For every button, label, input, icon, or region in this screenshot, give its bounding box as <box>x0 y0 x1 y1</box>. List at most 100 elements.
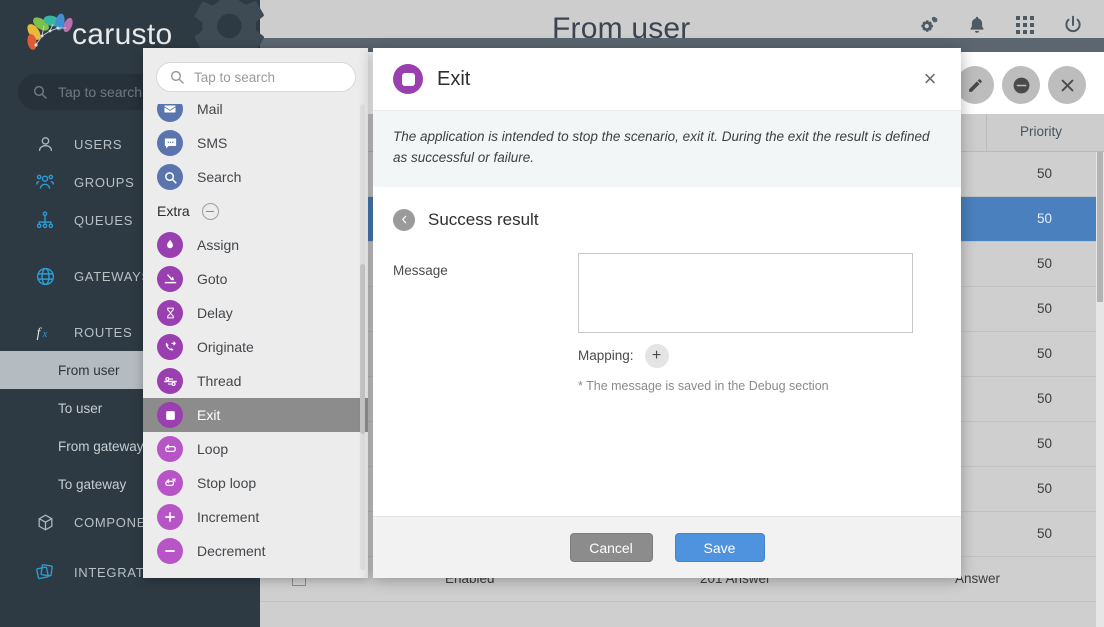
minus-icon <box>157 538 183 564</box>
sidebar-item-label: GATEWAYS <box>74 268 151 284</box>
message-label: Message <box>393 262 448 278</box>
panel-item-label: SMS <box>197 135 228 151</box>
carusto-logo-icon <box>22 12 74 58</box>
panel-item-increment[interactable]: Increment <box>143 500 368 534</box>
panel-item-loop[interactable]: Loop <box>143 432 368 466</box>
panel-item-search[interactable]: Search <box>143 160 368 194</box>
panel-item-label: Exit <box>197 407 221 423</box>
section-title: Success result <box>428 209 539 229</box>
actions-panel: Mail SMS Search Extra Assign Goto <box>143 48 368 578</box>
sidebar-item-label: ROUTES <box>74 324 133 340</box>
panel-scrollbar-thumb[interactable] <box>360 264 365 434</box>
panel-item-label: Decrement <box>197 543 266 559</box>
sms-icon <box>157 130 183 156</box>
panel-search-input[interactable] <box>194 69 339 85</box>
panel-item-goto[interactable]: Goto <box>143 262 368 296</box>
column-header-priority[interactable]: Priority <box>1020 124 1062 139</box>
sidebar-subitem-label: From gateway <box>58 438 144 454</box>
search-icon <box>170 70 184 84</box>
cancel-button[interactable]: Cancel <box>569 533 653 562</box>
bell-icon[interactable] <box>964 12 990 38</box>
modal-title: Exit <box>437 67 471 90</box>
sidebar-item-label: USERS <box>74 136 123 152</box>
panel-item-stop-loop[interactable]: Stop loop <box>143 466 368 500</box>
grid-icon[interactable] <box>1012 12 1038 38</box>
table-row[interactable] <box>260 602 1104 627</box>
top-bar-icons <box>916 12 1086 38</box>
column-divider <box>986 114 987 152</box>
panel-scrollbar[interactable] <box>360 104 365 570</box>
table-scrollbar-thumb[interactable] <box>1097 152 1103 302</box>
panel-item-thread[interactable]: Thread <box>143 364 368 398</box>
layers-icon <box>34 561 56 583</box>
close-icon[interactable]: × <box>918 67 942 91</box>
modal-header: Exit × <box>373 48 961 111</box>
panel-item-label: Stop loop <box>197 475 257 491</box>
sidebar-item-label: GROUPS <box>74 174 135 190</box>
save-button[interactable]: Save <box>674 533 765 562</box>
cell-priority: 50 <box>1036 526 1052 541</box>
panel-item-label: Mail <box>197 104 223 117</box>
originate-icon <box>157 334 183 360</box>
mapping-label: Mapping: <box>578 348 634 364</box>
gears-icon[interactable] <box>916 12 942 38</box>
panel-item-originate[interactable]: Originate <box>143 330 368 364</box>
sidebar-search-placeholder: Tap to search... <box>58 84 154 100</box>
edit-icon[interactable] <box>956 66 994 104</box>
sidebar-subitem-label: To user <box>58 400 103 416</box>
panel-item-assign[interactable]: Assign <box>143 228 368 262</box>
assign-icon <box>157 232 183 258</box>
cell-priority: 50 <box>1036 166 1052 181</box>
panel-item-delay[interactable]: Delay <box>143 296 368 330</box>
message-hint: * The message is saved in the Debug sect… <box>578 378 829 393</box>
panel-group-extra: Extra <box>143 194 368 228</box>
cell-priority: 50 <box>1036 436 1052 451</box>
cell-action: Answer <box>955 571 1001 586</box>
table-action-buttons <box>956 66 1086 104</box>
chevron-left-icon[interactable] <box>393 208 415 231</box>
panel-group-label: Extra <box>157 203 190 219</box>
panel-item-exit[interactable]: Exit <box>143 398 368 432</box>
panel-item-label: Increment <box>197 509 260 525</box>
panel-item-decrement[interactable]: Decrement <box>143 534 368 568</box>
disable-icon[interactable] <box>1002 66 1040 104</box>
exit-icon <box>393 64 423 94</box>
cell-priority: 50 <box>1036 301 1052 316</box>
plus-icon <box>157 504 183 530</box>
globe-icon <box>34 265 56 287</box>
collapse-icon[interactable] <box>201 202 219 220</box>
add-mapping-button[interactable]: + <box>644 343 669 368</box>
user-icon <box>34 133 56 155</box>
panel-item-label: Delay <box>197 305 233 321</box>
thread-icon <box>157 368 183 394</box>
queues-icon <box>34 209 56 231</box>
delete-icon[interactable] <box>1048 66 1086 104</box>
panel-item-mail[interactable]: Mail <box>143 104 368 126</box>
stop-loop-icon <box>157 470 183 496</box>
groups-icon <box>34 171 56 193</box>
panel-search[interactable] <box>156 62 356 92</box>
search-icon <box>33 85 47 99</box>
goto-icon <box>157 266 183 292</box>
panel-item-label: Originate <box>197 339 254 355</box>
cell-priority: 50 <box>1036 481 1052 496</box>
power-icon[interactable] <box>1060 12 1086 38</box>
svg-text:x: x <box>42 328 48 340</box>
panel-item-label: Search <box>197 169 242 185</box>
table-scrollbar[interactable] <box>1096 152 1104 627</box>
search-icon <box>157 164 183 190</box>
cell-priority: 50 <box>1036 346 1052 361</box>
panel-item-label: Loop <box>197 441 229 457</box>
cell-priority: 50 <box>1036 391 1052 406</box>
hourglass-icon <box>157 300 183 326</box>
panel-item-label: Goto <box>197 271 228 287</box>
cell-priority: 50 <box>1036 256 1052 271</box>
panel-item-label: Thread <box>197 373 242 389</box>
panel-item-sms[interactable]: SMS <box>143 126 368 160</box>
panel-item-label: Assign <box>197 237 240 253</box>
sidebar-subitem-label: To gateway <box>58 476 127 492</box>
message-input[interactable] <box>578 252 913 333</box>
loop-icon <box>157 436 183 462</box>
panel-list: Mail SMS Search Extra Assign Goto Delay … <box>143 104 368 578</box>
function-icon: fx <box>34 321 56 343</box>
